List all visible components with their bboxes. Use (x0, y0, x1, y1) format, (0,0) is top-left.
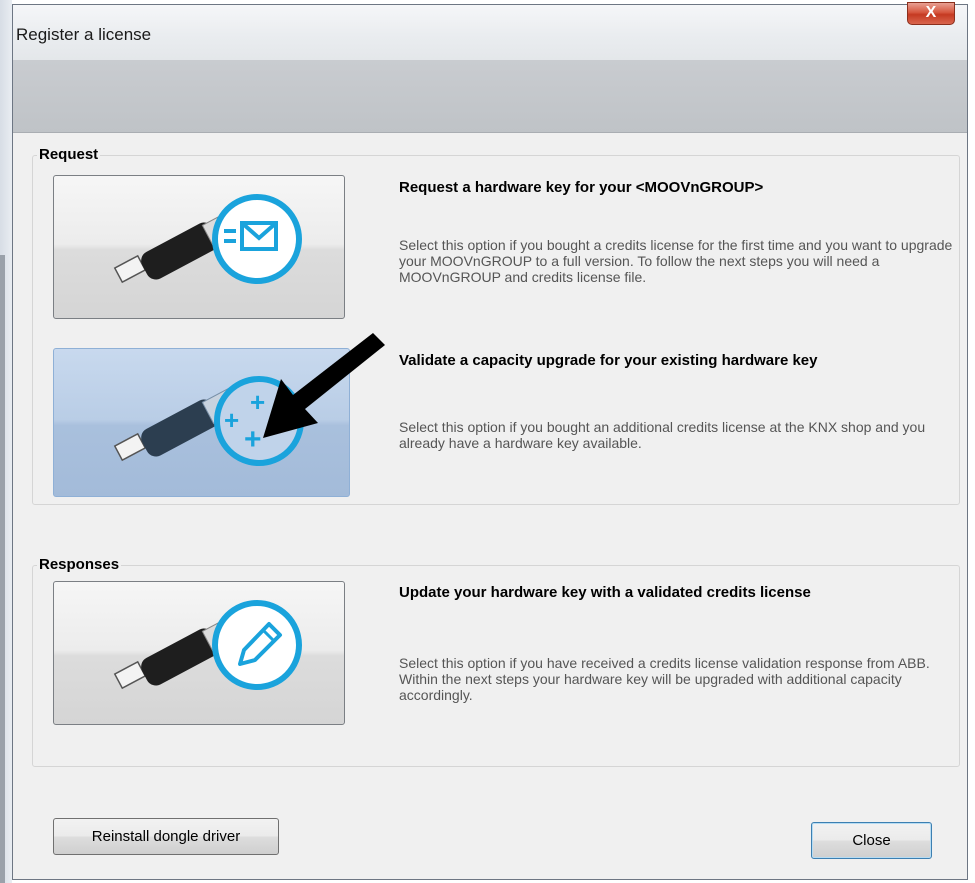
header-banner (13, 60, 967, 133)
update-hardware-key-title: Update your hardware key with a validate… (399, 584, 811, 601)
close-button[interactable]: Close (811, 822, 932, 859)
responses-group-label: Responses (37, 556, 122, 573)
svg-text:+: + (224, 405, 239, 435)
reinstall-dongle-driver-button[interactable]: Reinstall dongle driver (53, 818, 279, 855)
request-hardware-key-description: Select this option if you bought a credi… (399, 237, 953, 285)
svg-text:+: + (244, 423, 262, 456)
request-hardware-key-button[interactable] (53, 175, 345, 319)
background-window-edge (0, 0, 12, 883)
validate-capacity-upgrade-title: Validate a capacity upgrade for your exi… (399, 352, 818, 369)
usb-mail-icon (113, 194, 302, 284)
update-hardware-key-button[interactable] (53, 581, 345, 725)
validate-capacity-upgrade-description: Select this option if you bought an addi… (399, 419, 926, 451)
update-hardware-key-description: Select this option if you have received … (399, 655, 930, 703)
window-title: Register a license (16, 25, 152, 44)
register-license-dialog: Register a license X Request Responses R… (12, 2, 968, 880)
usb-pencil-icon (113, 600, 302, 690)
title-bar: Register a license X (13, 2, 967, 60)
pointer-arrow-annotation (263, 333, 385, 438)
request-group-label: Request (37, 146, 101, 163)
request-hardware-key-title: Request a hardware key for your <MOOVnGR… (399, 179, 764, 196)
close-window-button[interactable]: X (907, 2, 955, 25)
